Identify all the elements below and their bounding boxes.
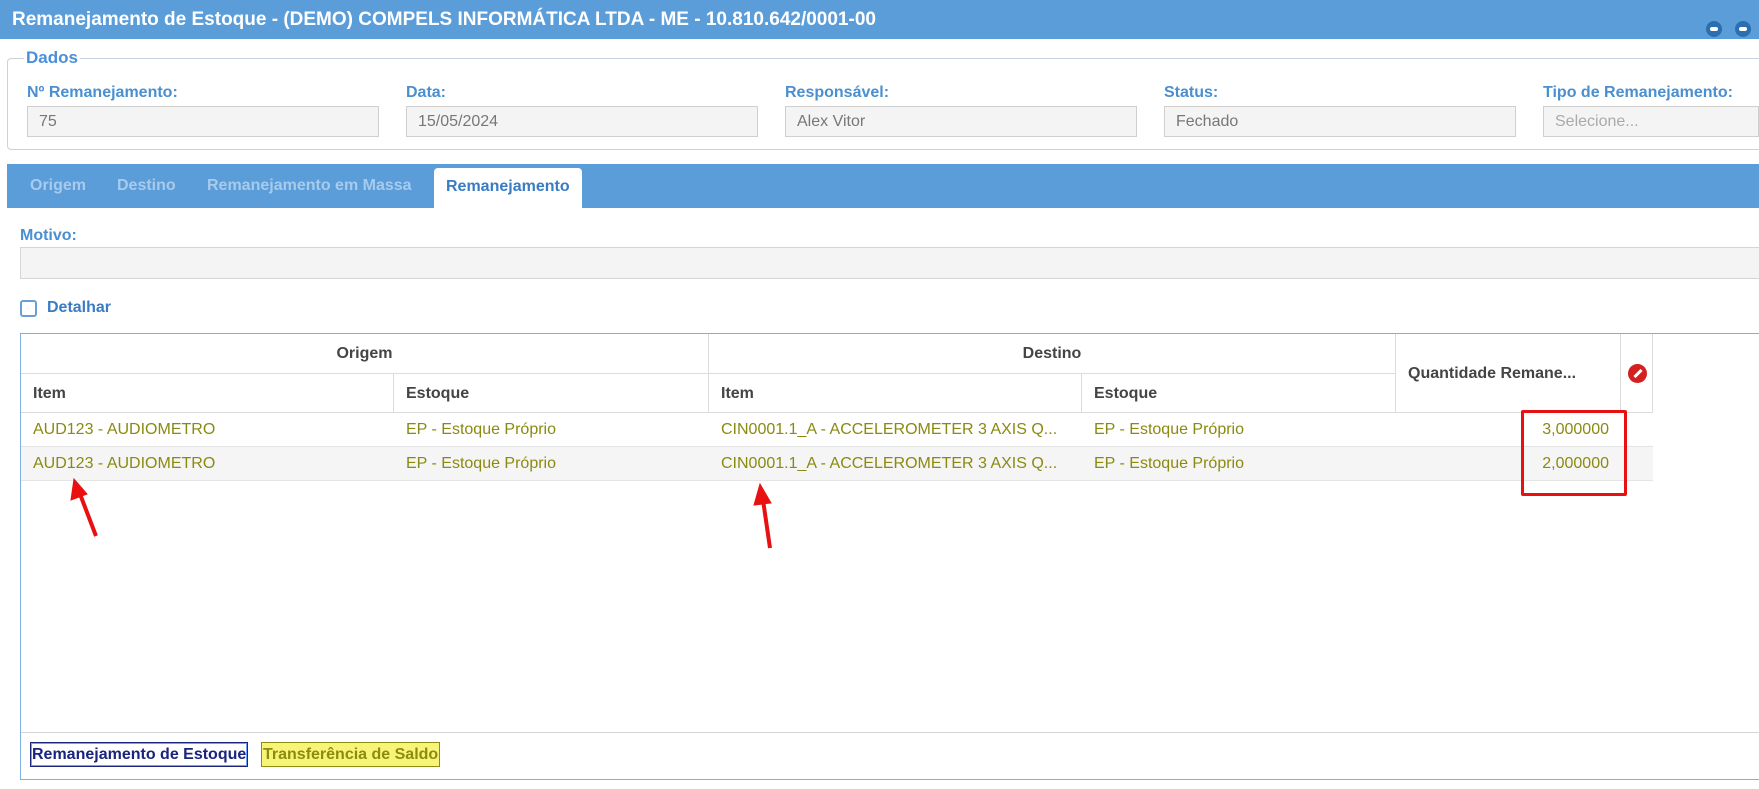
annotation-arrows bbox=[70, 477, 772, 549]
annotation-arrow-origem bbox=[70, 477, 98, 537]
annotation-arrow-destino bbox=[753, 482, 772, 549]
